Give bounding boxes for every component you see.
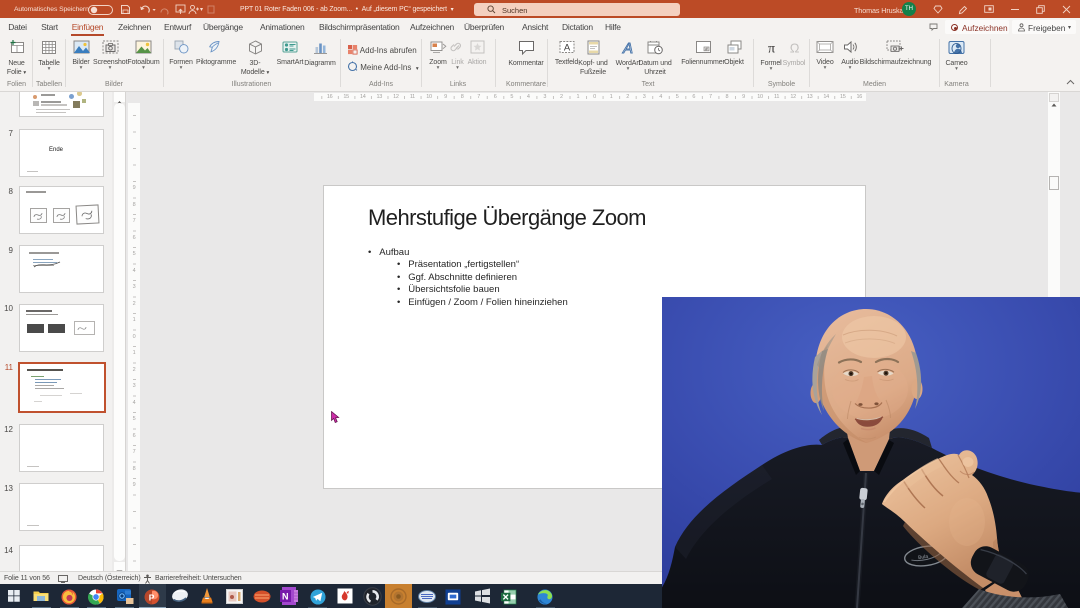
svg-text:A: A: [622, 40, 633, 55]
svg-text:Ω: Ω: [789, 41, 799, 56]
svg-text:P: P: [149, 592, 155, 602]
svg-text:N: N: [282, 592, 289, 602]
svg-text:A: A: [563, 43, 570, 54]
svg-text:π: π: [768, 42, 775, 56]
